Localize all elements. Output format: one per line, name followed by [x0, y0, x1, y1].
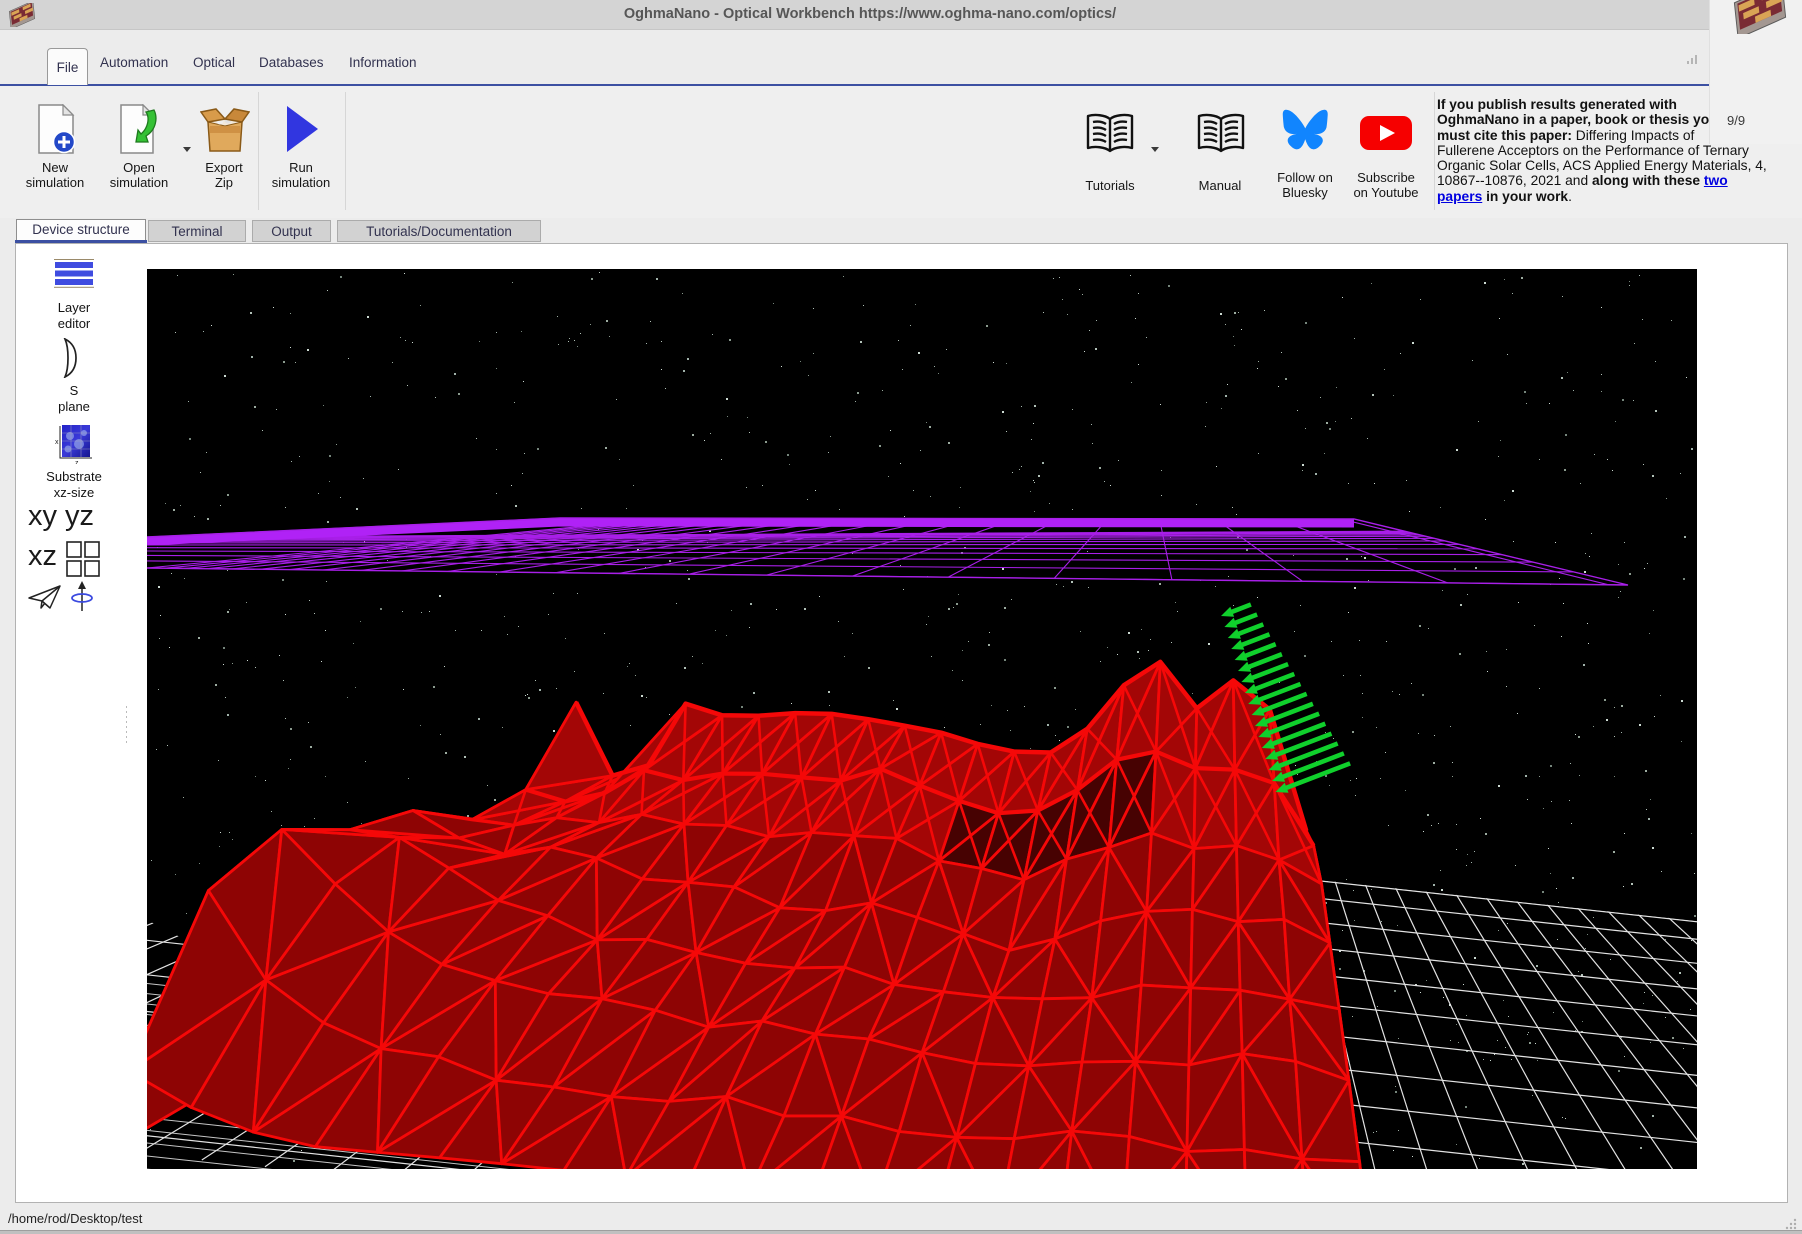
svg-text:x: x [55, 439, 59, 446]
svg-text:z: z [75, 460, 79, 464]
